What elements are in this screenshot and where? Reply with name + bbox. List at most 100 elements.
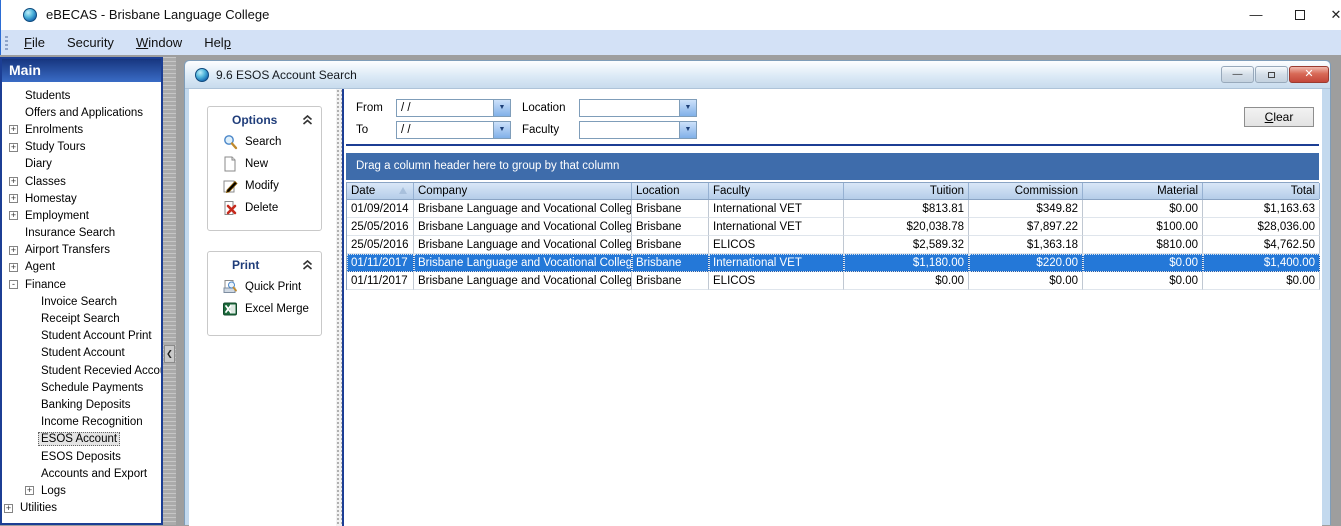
collapse-chevron-icon[interactable] (302, 260, 313, 270)
sidebar-item-student-received-account[interactable]: Student Recevied Accou (2, 362, 161, 379)
collapse-toggle-icon[interactable]: - (9, 280, 18, 289)
sidebar-item-esos-account[interactable]: ESOS Account (2, 431, 161, 448)
column-header-commission[interactable]: Commission (969, 183, 1083, 199)
sidebar-item-insurance-search[interactable]: Insurance Search (2, 225, 161, 242)
navigation-tree: Students Offers and Applications +Enrolm… (2, 82, 161, 517)
column-header-faculty[interactable]: Faculty (709, 183, 844, 199)
restore-icon (1268, 72, 1275, 78)
sidebar-item-enrolments[interactable]: +Enrolments (2, 121, 161, 138)
faculty-select[interactable]: ▼ (579, 121, 697, 139)
expand-toggle-icon[interactable]: + (9, 143, 18, 152)
column-header-material[interactable]: Material (1083, 183, 1203, 199)
child-close-button[interactable]: ✕ (1289, 66, 1329, 83)
delete-button[interactable]: Delete (208, 197, 321, 219)
column-header-date[interactable]: Date (347, 183, 414, 199)
sidebar-splitter[interactable] (163, 57, 176, 525)
table-row[interactable]: 25/05/2016 Brisbane Language and Vocatio… (347, 236, 1319, 254)
sidebar-item-utilities[interactable]: +Utilities (2, 500, 161, 517)
esos-account-search-window: 9.6 ESOS Account Search — ✕ Options Sear… (184, 60, 1331, 525)
sidebar-collapse-icon[interactable]: ❮ (164, 345, 175, 363)
app-title: eBECAS - Brisbane Language College (46, 7, 269, 22)
sidebar-item-classes[interactable]: +Classes (2, 173, 161, 190)
expand-toggle-icon[interactable]: + (9, 211, 18, 220)
sidebar-item-study-tours[interactable]: +Study Tours (2, 139, 161, 156)
sidebar-item-student-account[interactable]: Student Account (2, 345, 161, 362)
panel-splitter[interactable] (336, 89, 344, 526)
sidebar-item-income-recognition[interactable]: Income Recognition (2, 414, 161, 431)
sidebar-item-offers-and-applications[interactable]: Offers and Applications (2, 104, 161, 121)
menu-bar: File Security Window Help (0, 30, 1341, 55)
child-minimize-button[interactable]: — (1221, 66, 1254, 83)
dropdown-arrow-icon[interactable]: ▼ (493, 122, 510, 138)
to-date-input[interactable]: / / ▼ (396, 121, 511, 139)
expand-toggle-icon[interactable]: + (9, 125, 18, 134)
child-restore-button[interactable] (1255, 66, 1288, 83)
expand-toggle-icon[interactable]: + (9, 263, 18, 272)
search-button[interactable]: Search (208, 131, 321, 153)
sidebar-item-student-account-print[interactable]: Student Account Print (2, 328, 161, 345)
close-button[interactable]: ✕ (1323, 0, 1341, 30)
child-window-icon (195, 68, 209, 82)
dropdown-arrow-icon[interactable]: ▼ (493, 100, 510, 116)
sidebar-item-agent[interactable]: +Agent (2, 259, 161, 276)
column-header-total[interactable]: Total (1203, 183, 1320, 199)
column-header-tuition[interactable]: Tuition (844, 183, 969, 199)
clear-button[interactable]: Clear (1244, 107, 1314, 127)
sidebar-item-logs[interactable]: +Logs (2, 482, 161, 499)
sidebar-item-diary[interactable]: Diary (2, 156, 161, 173)
options-panel-header[interactable]: Options (208, 107, 321, 131)
toolbar-grip (5, 36, 8, 50)
maximize-icon (1295, 10, 1305, 20)
sidebar-item-airport-transfers[interactable]: +Airport Transfers (2, 242, 161, 259)
minimize-button[interactable]: — (1235, 0, 1277, 30)
maximize-button[interactable] (1279, 0, 1321, 30)
print-panel-header[interactable]: Print (208, 252, 321, 276)
new-page-icon (222, 156, 238, 172)
app-icon (23, 8, 37, 22)
menu-file[interactable]: File (13, 32, 56, 53)
location-select[interactable]: ▼ (579, 99, 697, 117)
menu-security[interactable]: Security (56, 32, 125, 53)
sidebar-item-esos-deposits[interactable]: ESOS Deposits (2, 448, 161, 465)
table-row[interactable]: 25/05/2016 Brisbane Language and Vocatio… (347, 218, 1319, 236)
edit-pencil-icon (222, 178, 238, 194)
options-panel: Options Search New Modify Delete (207, 106, 322, 231)
expand-toggle-icon[interactable]: + (4, 504, 13, 513)
table-row[interactable]: 01/09/2014 Brisbane Language and Vocatio… (347, 200, 1319, 218)
excel-merge-button[interactable]: Excel Merge (208, 298, 321, 320)
divider (346, 144, 1319, 146)
table-row[interactable]: 01/11/2017 Brisbane Language and Vocatio… (347, 272, 1319, 290)
collapse-chevron-icon[interactable] (302, 115, 313, 125)
sidebar-item-employment[interactable]: +Employment (2, 207, 161, 224)
main-sidebar: Main Students Offers and Applications +E… (0, 57, 163, 525)
modify-button[interactable]: Modify (208, 175, 321, 197)
printer-icon (222, 279, 238, 295)
dropdown-arrow-icon[interactable]: ▼ (679, 100, 696, 116)
table-row-selected[interactable]: 01/11/2017 Brisbane Language and Vocatio… (347, 254, 1319, 272)
location-label: Location (522, 102, 565, 114)
quick-print-button[interactable]: Quick Print (208, 276, 321, 298)
sidebar-item-finance[interactable]: -Finance (2, 276, 161, 293)
column-header-company[interactable]: Company (414, 183, 632, 199)
dropdown-arrow-icon[interactable]: ▼ (679, 122, 696, 138)
expand-toggle-icon[interactable]: + (9, 177, 18, 186)
sidebar-item-students[interactable]: Students (2, 87, 161, 104)
sidebar-item-invoice-search[interactable]: Invoice Search (2, 293, 161, 310)
sidebar-item-homestay[interactable]: +Homestay (2, 190, 161, 207)
child-window-titlebar[interactable]: 9.6 ESOS Account Search — ✕ (185, 61, 1330, 89)
menu-window[interactable]: Window (125, 32, 193, 53)
sidebar-item-banking-deposits[interactable]: Banking Deposits (2, 396, 161, 413)
column-header-location[interactable]: Location (632, 183, 709, 199)
expand-toggle-icon[interactable]: + (9, 246, 18, 255)
menu-help[interactable]: Help (193, 32, 242, 53)
new-button[interactable]: New (208, 153, 321, 175)
sidebar-header: Main (2, 59, 161, 82)
grid-body: 01/09/2014 Brisbane Language and Vocatio… (347, 200, 1319, 290)
expand-toggle-icon[interactable]: + (9, 194, 18, 203)
expand-toggle-icon[interactable]: + (25, 486, 34, 495)
sidebar-item-accounts-and-export[interactable]: Accounts and Export (2, 465, 161, 482)
sidebar-item-receipt-search[interactable]: Receipt Search (2, 310, 161, 327)
from-date-input[interactable]: / / ▼ (396, 99, 511, 117)
group-by-bar[interactable]: Drag a column header here to group by th… (346, 153, 1319, 180)
sidebar-item-schedule-payments[interactable]: Schedule Payments (2, 379, 161, 396)
